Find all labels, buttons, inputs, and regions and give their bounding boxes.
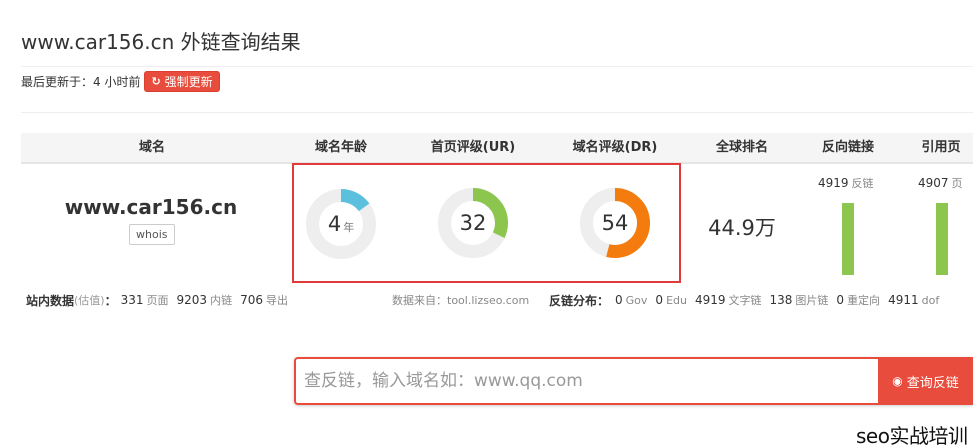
ref-pages-unit: 页 [951,177,963,190]
divider [21,112,973,113]
redirects-value: 0 [836,293,845,307]
site-pages-unit: 页面 [146,294,169,307]
table-header: 域名 域名年龄 首页评级(UR) 域名评级(DR) 全球排名 反向链接 引用页 [21,133,973,164]
watermark-text: seo实战培训 [856,424,968,446]
refresh-icon: ↻ [151,74,161,88]
backlinks-count: 4919 反链 [818,175,874,191]
distribution-label: 反链分布： [549,293,610,308]
divider [21,66,973,67]
backlink-search-input[interactable] [304,359,874,403]
site-stats-note: (估值) [74,294,105,307]
last-updated-text: 最后更新于：4 小时前 [21,74,141,89]
search-box [294,357,973,405]
dofollow-unit: dof [921,293,940,307]
text-links-unit: 文字链 [728,294,762,307]
ref-pages-value: 4907 [918,176,949,190]
domain-name: www.car156.cn [64,195,238,219]
header-dr: 域名评级(DR) [572,140,658,155]
ref-pages-bar [936,203,948,275]
image-links-value: 138 [769,293,793,307]
rating-highlight-box [292,163,681,283]
force-refresh-button[interactable]: ↻ 强制更新 [144,70,220,92]
backlinks-unit: 反链 [851,177,874,190]
backlinks-value: 4919 [818,176,849,190]
header-ref-pages: 引用页 [921,140,961,155]
header-backlinks: 反向链接 [821,140,875,155]
internal-links-unit: 内链 [210,294,233,307]
gov-value: 0 [615,293,623,307]
backlink-distribution-row: 反链分布： 0 Gov 0 Edu 4919 文字链 138 图片链 0 重定向 4911… [549,292,947,308]
whois-button[interactable]: whois [129,224,175,245]
ref-pages-count: 4907 页 [918,175,963,191]
header-ur: 首页评级(UR) [430,140,516,155]
outbound-value: 706 [240,293,263,307]
header-domain-age: 域名年龄 [314,140,368,155]
internal-links-value: 9203 [176,293,208,307]
eye-icon: ◉ [892,374,903,388]
update-row: 最后更新于：4 小时前 ↻ 强制更新 [21,70,220,92]
search-backlinks-button[interactable]: ◉ 查询反链 [878,357,973,405]
site-stats-label: 站内数据 [26,293,75,308]
page-title: www.car156.cn 外链查询结果 [21,30,301,54]
edu-unit: Edu [666,293,687,307]
search-button-label: 查询反链 [906,375,959,391]
force-refresh-label: 强制更新 [164,74,213,89]
site-stats-colon: ： [104,293,117,308]
redirects-unit: 重定向 [847,294,881,307]
data-source-text: 数据来自：tool.lizseo.com [392,294,530,307]
dofollow-value: 4911 [888,293,919,307]
global-rank-value: 44.9万 [708,216,776,240]
edu-value: 0 [655,293,664,307]
header-domain: 域名 [138,140,166,155]
site-stats-row: 站内数据 (估值)： 331 页面 9203 内链 706 导出 [26,292,296,308]
image-links-unit: 图片链 [795,294,829,307]
header-global-rank: 全球排名 [715,140,769,155]
outbound-unit: 导出 [265,294,288,307]
gov-unit: Gov [625,293,648,307]
site-pages-value: 331 [120,293,144,307]
backlinks-bar [842,203,854,275]
text-links-value: 4919 [694,293,726,307]
